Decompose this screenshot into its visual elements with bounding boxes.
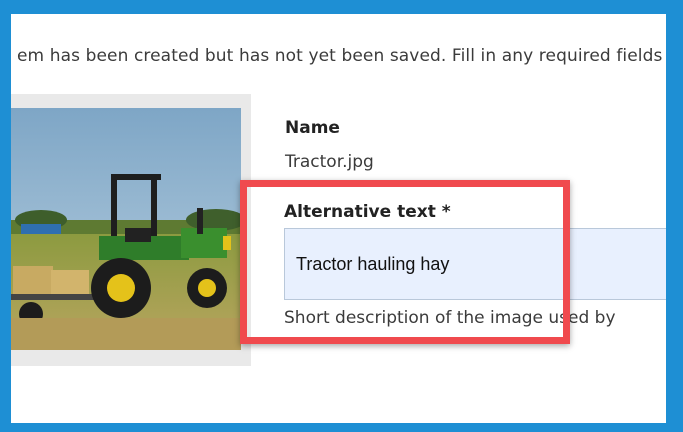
- tractor-image: [11, 108, 241, 350]
- file-name-value: Tractor.jpg: [285, 152, 374, 172]
- alt-text-help: Short description of the image used by: [284, 308, 616, 328]
- name-label: Name: [285, 118, 340, 138]
- alt-text-input[interactable]: [284, 228, 666, 300]
- alt-text-label: Alternative text *: [284, 202, 451, 222]
- image-thumbnail-panel: [11, 94, 251, 366]
- screenshot-frame: em has been created but has not yet been…: [0, 0, 683, 432]
- status-message: em has been created but has not yet been…: [17, 46, 663, 66]
